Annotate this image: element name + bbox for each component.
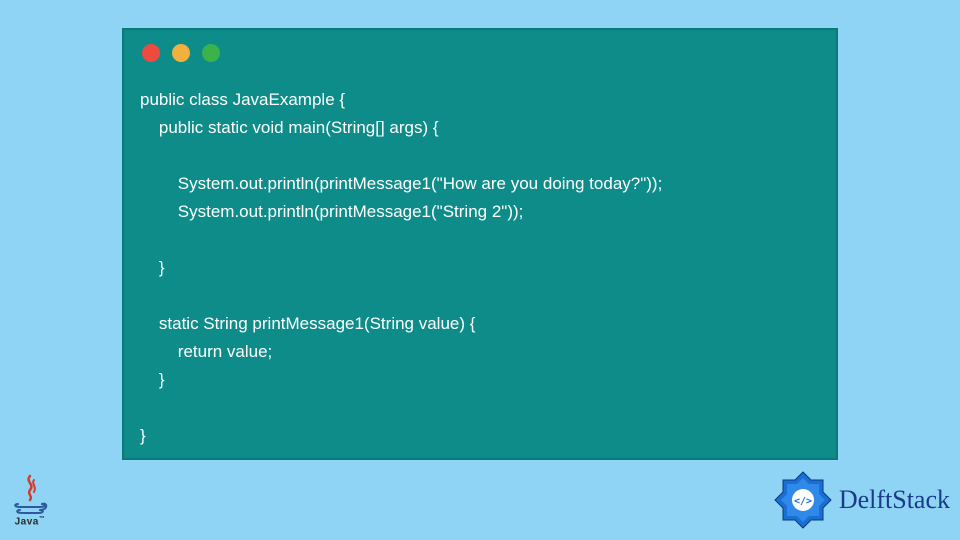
delftstack-label: DelftStack [839, 485, 950, 515]
java-cup-icon [10, 474, 50, 516]
java-logo: Java™ [6, 474, 54, 536]
window-traffic-lights [142, 44, 220, 62]
close-icon [142, 44, 160, 62]
code-block: public class JavaExample { public static… [140, 86, 820, 450]
code-window: public class JavaExample { public static… [122, 28, 838, 460]
java-logo-label: Java™ [15, 516, 46, 527]
minimize-icon [172, 44, 190, 62]
delftstack-logo: </> DelftStack [773, 470, 950, 530]
svg-text:</>: </> [794, 496, 812, 507]
maximize-icon [202, 44, 220, 62]
delftstack-seal-icon: </> [773, 470, 833, 530]
